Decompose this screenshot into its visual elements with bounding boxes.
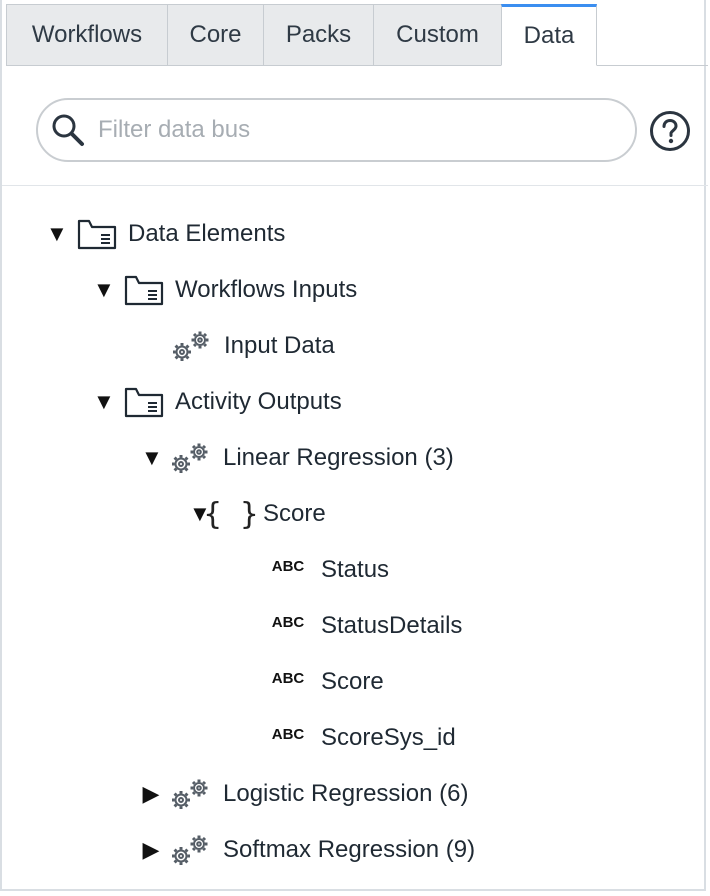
help-circle-icon[interactable]	[649, 110, 691, 152]
search-icon	[48, 110, 88, 150]
tab-workflows[interactable]: Workflows	[6, 4, 167, 66]
tree-node-label: Softmax Regression (9)	[223, 836, 476, 863]
expand-toggle[interactable]: ▼	[93, 389, 115, 415]
search-box[interactable]	[36, 98, 637, 162]
tree-node-input-data[interactable]: Input Data	[170, 326, 335, 366]
gears-icon	[169, 832, 213, 868]
abc-icon: ABC	[271, 614, 305, 631]
tree-node-activity-outputs[interactable]: ▼ Activity Outputs	[93, 382, 342, 422]
tree-node-workflows-inputs[interactable]: ▼ Workflows Inputs	[93, 270, 357, 310]
gears-icon	[169, 440, 213, 476]
expand-toggle[interactable]: ▼	[93, 277, 115, 303]
tree-node-field[interactable]: ABC Score	[267, 662, 384, 702]
tab-data[interactable]: Data	[501, 4, 597, 66]
expand-toggle[interactable]: ▼	[46, 221, 68, 247]
tree-node-field[interactable]: ABC StatusDetails	[267, 606, 463, 646]
tree-node-label: Score	[263, 500, 326, 527]
tab-custom[interactable]: Custom	[373, 4, 501, 66]
abc-icon: ABC	[271, 726, 305, 743]
tree-node-label: ScoreSys_id	[321, 724, 456, 751]
tree-node-field[interactable]: ABC ScoreSys_id	[267, 718, 456, 758]
tree-node-label: Activity Outputs	[175, 388, 342, 415]
abc-icon: ABC	[271, 558, 305, 575]
search-row	[2, 66, 708, 186]
tree-node-label: StatusDetails	[321, 612, 463, 639]
gears-icon	[170, 328, 214, 364]
expand-toggle[interactable]: ▶	[141, 837, 161, 863]
tab-bar-filler	[597, 4, 708, 66]
tree-node-label: Workflows Inputs	[175, 276, 358, 303]
folder-icon	[76, 217, 118, 251]
tree-node-label: Logistic Regression (6)	[223, 780, 469, 807]
tree-node-label: Data Elements	[128, 220, 286, 247]
tree-node-label: Status	[321, 556, 390, 583]
tree-node-softmax-regression[interactable]: ▶ Softmax Regression (9)	[141, 830, 475, 870]
tree-node-linear-regression[interactable]: ▼ Linear Regression (3)	[141, 438, 454, 478]
tree-node-data-elements[interactable]: ▼ Data Elements	[46, 214, 285, 254]
expand-toggle[interactable]: ▼	[141, 445, 163, 471]
tree-node-label: Score	[321, 668, 384, 695]
tab-packs[interactable]: Packs	[263, 4, 373, 66]
abc-icon: ABC	[271, 670, 305, 687]
tree-node-score-object[interactable]: ▼ { } Score	[189, 494, 326, 534]
braces-icon: { }	[203, 496, 263, 532]
expand-toggle[interactable]: ▶	[141, 781, 161, 807]
tree-node-label: Input Data	[224, 332, 335, 359]
tree-node-logistic-regression[interactable]: ▶ Logistic Regression (6)	[141, 774, 468, 814]
tab-core[interactable]: Core	[167, 4, 263, 66]
gears-icon	[169, 776, 213, 812]
folder-icon	[123, 385, 165, 419]
tree-node-label: Linear Regression (3)	[223, 444, 454, 471]
tab-bar: Workflows Core Packs Custom Data	[6, 4, 708, 66]
tree-node-field[interactable]: ABC Status	[267, 550, 389, 590]
folder-icon	[123, 273, 165, 307]
data-panel: Workflows Core Packs Custom Data Filter …	[0, 0, 708, 891]
search-input[interactable]	[96, 115, 620, 145]
